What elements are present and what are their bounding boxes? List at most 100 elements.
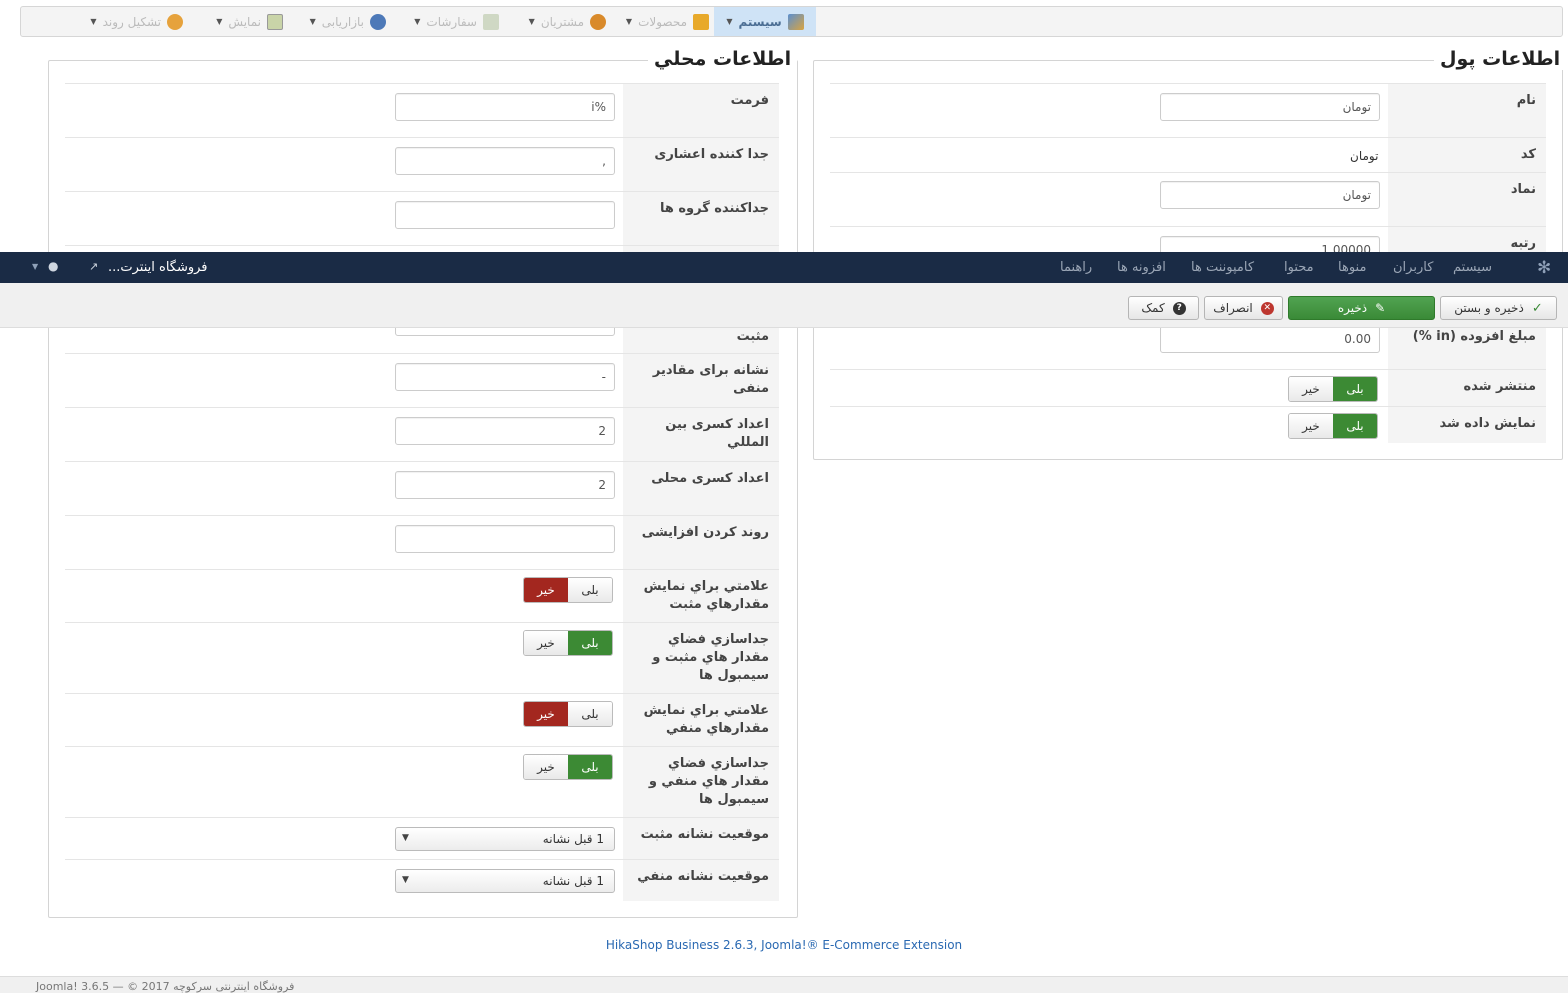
currency-name-input[interactable]: تومان <box>1160 93 1380 121</box>
users-icon <box>590 13 606 30</box>
field-label: روند کردن افزایشی <box>623 516 779 569</box>
chevron-down-icon[interactable]: ▼ <box>32 262 38 271</box>
edit-icon: ✎ <box>1375 301 1386 315</box>
save-close-label: ذخیره و بستن <box>1454 301 1524 315</box>
menu-products[interactable]: محصولات ▼ <box>619 7 709 36</box>
chevron-down-icon: ▼ <box>726 17 733 26</box>
chevron-down-icon: ▼ <box>402 875 409 885</box>
neg-paren-toggle[interactable]: خیر بلی <box>523 701 613 727</box>
positive-sign-input[interactable] <box>395 328 615 336</box>
joomla-logo-icon[interactable]: ✻ <box>1537 258 1551 278</box>
chevron-down-icon: ▼ <box>414 17 421 26</box>
orders-icon <box>483 13 499 30</box>
status-bar: Joomla! 3.6.5 — © 2017 فروشگاه اینترنتی … <box>0 976 1568 993</box>
nav-content[interactable]: محتوا <box>1284 260 1314 275</box>
hikashop-menu-bar: سیستم ▼ محصولات ▼ مشتریان ▼ سفارشات ▼ با… <box>20 6 1563 37</box>
field-label: جداسازي فضاي مقدار هاي منفي و سيمبول ها <box>623 747 779 817</box>
menu-customers-label: مشتریان <box>540 14 584 29</box>
toggle-no[interactable]: خیر <box>1289 377 1333 401</box>
field-label: موقعيت نشانه مثبت <box>623 818 779 859</box>
rounding-input[interactable] <box>395 525 615 553</box>
toggle-yes[interactable]: بلی <box>1333 377 1377 401</box>
published-toggle[interactable]: خیر بلی <box>1288 376 1378 402</box>
format-input[interactable]: %i <box>395 93 615 121</box>
toggle-yes[interactable]: بلی <box>568 702 612 726</box>
save-label: ذخیره <box>1337 301 1368 315</box>
toggle-no[interactable]: خیر <box>524 631 568 655</box>
menu-display[interactable]: نمایش ▼ <box>203 7 283 36</box>
menu-configuration-label: تشکیل روند <box>102 14 161 29</box>
joomla-toolbar: ✓ ذخیره و بستن ✎ ذخیره ✕ انصراف ? کمک <box>0 283 1568 328</box>
toggle-yes[interactable]: بلی <box>568 578 612 602</box>
neg-space-toggle[interactable]: خیر بلی <box>523 754 613 780</box>
money-row-rate: رتبه 1.00000 <box>830 226 1546 252</box>
locale-row-local-frac: اعداد کسری محلی 2 <box>65 461 779 515</box>
toggle-no[interactable]: خیر <box>1289 414 1333 438</box>
currency-symbol-input[interactable]: تومان <box>1160 181 1380 209</box>
locale-row-pos-space: جداسازي فضاي مقدار هاي مثبت و سيمبول ها … <box>65 622 779 693</box>
hikashop-footer-link[interactable]: HikaShop Business 2.6.3, Joomla!® E-Comm… <box>0 938 1568 952</box>
chevron-down-icon: ▼ <box>402 833 409 843</box>
nav-components[interactable]: کامپوننت ها <box>1191 260 1254 275</box>
pos-space-toggle[interactable]: خیر بلی <box>523 630 613 656</box>
money-row-displayed: نمایش داده شد خیر بلی <box>830 406 1546 443</box>
field-label: مثبت <box>623 328 779 353</box>
menu-system-label: سیستم <box>738 14 782 29</box>
pos-sign-position-select[interactable]: 1 قبل نشانه ▼ <box>395 827 615 851</box>
nav-help[interactable]: راهنما <box>1060 260 1092 275</box>
save-close-button[interactable]: ✓ ذخیره و بستن <box>1440 296 1557 320</box>
displayed-toggle[interactable]: خیر بلی <box>1288 413 1378 439</box>
menu-orders-label: سفارشات <box>426 14 477 29</box>
locale-info-legend: اطلاعات محلي <box>648 48 798 70</box>
menu-marketing[interactable]: بازاریابی ▼ <box>296 7 386 36</box>
toggle-yes[interactable]: بلی <box>1333 414 1377 438</box>
locale-row-negative-sign: نشانه برای مقادیر منفی - <box>65 353 779 407</box>
user-icon[interactable]: ● <box>48 259 58 273</box>
local-frac-digits-input[interactable]: 2 <box>395 471 615 499</box>
site-name-link[interactable]: فروشگاه اینترت... <box>108 260 208 275</box>
field-label: نام <box>1388 84 1546 137</box>
neg-sign-position-select[interactable]: 1 قبل نشانه ▼ <box>395 869 615 893</box>
nav-users[interactable]: کاربران <box>1393 260 1433 275</box>
pos-paren-toggle[interactable]: خیر بلی <box>523 577 613 603</box>
int-frac-digits-input[interactable]: 2 <box>395 417 615 445</box>
negative-sign-input[interactable]: - <box>395 363 615 391</box>
field-label: نمایش داده شد <box>1388 407 1546 443</box>
chevron-down-icon: ▼ <box>528 17 535 26</box>
currency-rate-input[interactable]: 1.00000 <box>1160 236 1380 252</box>
toggle-yes[interactable]: بلی <box>568 631 612 655</box>
menu-products-label: محصولات <box>638 14 687 29</box>
toggle-no[interactable]: خیر <box>524 702 568 726</box>
joomla-navbar: ✻ سیستم کاربران منوها محتوا کامپوننت ها … <box>0 252 1568 283</box>
tools-icon <box>787 13 804 30</box>
nav-menus[interactable]: منوها <box>1338 260 1366 275</box>
menu-system[interactable]: سیستم ▼ <box>714 7 816 36</box>
cancel-button[interactable]: ✕ انصراف <box>1204 296 1283 320</box>
field-label: اعداد کسری بین المللي <box>623 408 779 461</box>
toggle-no[interactable]: خیر <box>524 578 568 602</box>
chevron-down-icon: ▼ <box>90 17 97 26</box>
decimal-separator-input[interactable]: , <box>395 147 615 175</box>
menu-configuration[interactable]: تشکیل روند ▼ <box>73 7 183 36</box>
locale-row-format: فرمت %i <box>65 83 779 137</box>
field-label: نماد <box>1388 173 1546 226</box>
menu-customers[interactable]: مشتریان ▼ <box>516 7 606 36</box>
menu-orders[interactable]: سفارشات ▼ <box>399 7 499 36</box>
select-value: 1 قبل نشانه <box>542 874 604 888</box>
toggle-no[interactable]: خیر <box>524 755 568 779</box>
toggle-yes[interactable]: بلی <box>568 755 612 779</box>
nav-extensions[interactable]: افزونه ها <box>1117 260 1166 275</box>
external-link-icon: ↗ <box>89 260 99 273</box>
field-label: رتبه <box>1388 227 1546 252</box>
currency-vat-input[interactable]: 0.00 <box>1160 325 1380 353</box>
locale-row-neg-paren: علامتي براي نمايش مقدارهاي منفي خیر بلی <box>65 693 779 746</box>
nav-system[interactable]: سیستم <box>1453 260 1492 275</box>
field-label: موقعيت نشانه منفي <box>623 860 779 901</box>
field-label: علامتي براي نمايش مقدارهاي منفي <box>623 694 779 746</box>
locale-row-neg-space: جداسازي فضاي مقدار هاي منفي و سيمبول ها … <box>65 746 779 817</box>
field-label: جداسازي فضاي مقدار هاي مثبت و سيمبول ها <box>623 623 779 693</box>
group-separator-input[interactable] <box>395 201 615 229</box>
cancel-icon: ✕ <box>1260 301 1274 315</box>
save-button[interactable]: ✎ ذخیره <box>1288 296 1435 320</box>
help-button[interactable]: ? کمک <box>1128 296 1199 320</box>
